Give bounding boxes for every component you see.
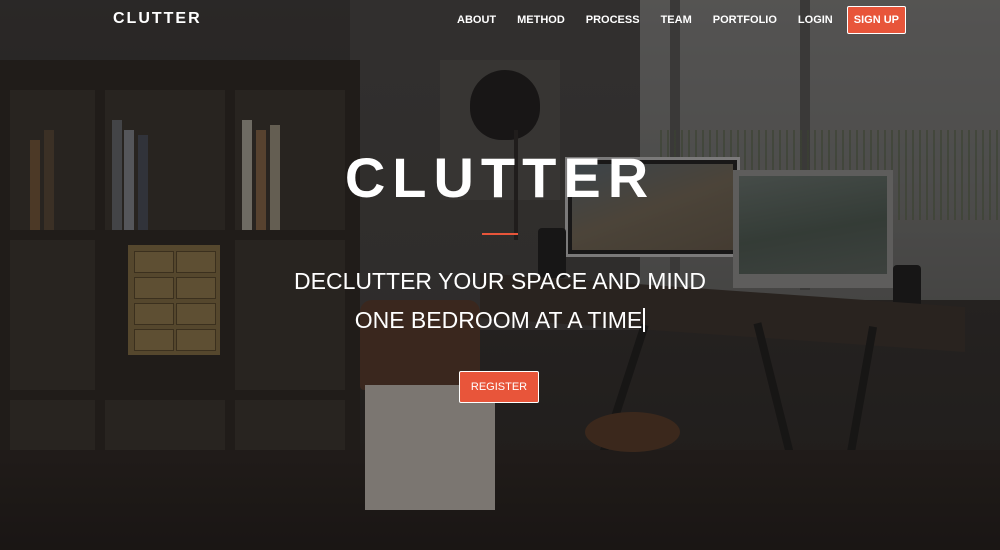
nav-link-method[interactable]: METHOD bbox=[517, 14, 565, 26]
typing-cursor bbox=[643, 308, 646, 332]
tagline-line-2: ONE BEDROOM AT A TIME bbox=[354, 307, 643, 333]
tagline-line-2-wrap: ONE BEDROOM AT A TIME bbox=[0, 307, 1000, 334]
register-button[interactable]: REGISTER bbox=[459, 371, 539, 403]
nav-link-team[interactable]: TEAM bbox=[661, 14, 692, 26]
nav-link-login[interactable]: LOGIN bbox=[798, 14, 833, 26]
hero-content: CLUTTER DECLUTTER YOUR SPACE AND MIND ON… bbox=[0, 0, 1000, 550]
title-divider bbox=[482, 233, 518, 235]
signup-button[interactable]: SIGN UP bbox=[846, 6, 906, 34]
hero-title: CLUTTER bbox=[344, 146, 656, 209]
nav-link-portfolio[interactable]: PORTFOLIO bbox=[713, 14, 777, 26]
nav-link-process[interactable]: PROCESS bbox=[586, 14, 640, 26]
nav-menu: ABOUT METHOD PROCESS TEAM PORTFOLIO LOGI… bbox=[436, 6, 906, 34]
top-navbar: CLUTTER ABOUT METHOD PROCESS TEAM PORTFO… bbox=[0, 0, 1000, 40]
brand-logo[interactable]: CLUTTER bbox=[113, 10, 202, 28]
hero-section: CLUTTER ABOUT METHOD PROCESS TEAM PORTFO… bbox=[0, 0, 1000, 550]
tagline-line-1: DECLUTTER YOUR SPACE AND MIND bbox=[294, 268, 706, 294]
nav-link-about[interactable]: ABOUT bbox=[457, 14, 496, 26]
